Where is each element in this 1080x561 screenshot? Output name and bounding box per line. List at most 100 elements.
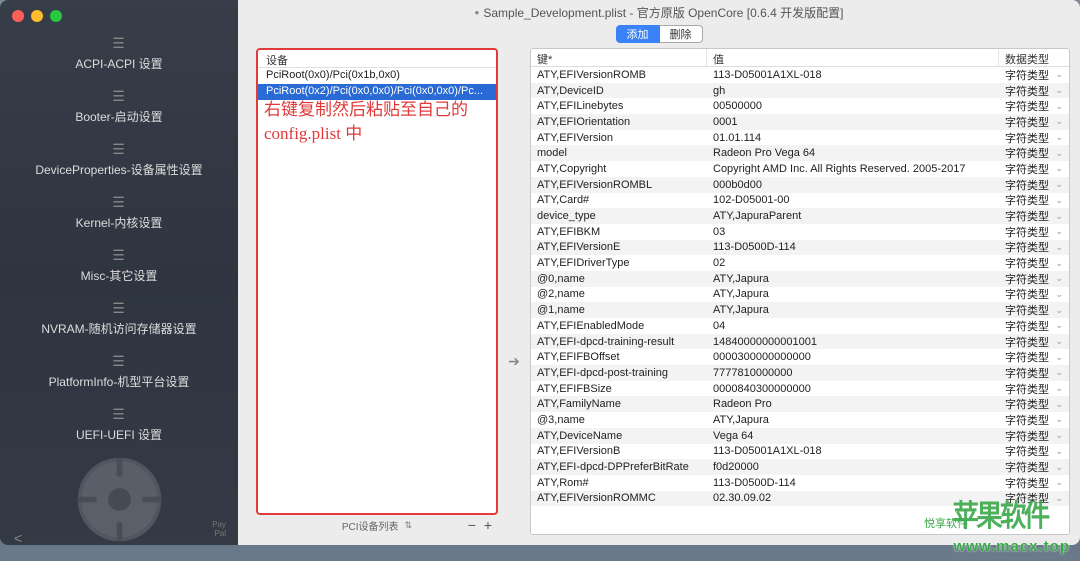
- cell-type[interactable]: 字符类型⌄: [999, 286, 1069, 302]
- cell-type[interactable]: 字符类型⌄: [999, 177, 1069, 193]
- sidebar-item-acpi[interactable]: ☰ACPI-ACPI 设置: [0, 28, 238, 81]
- cell-key[interactable]: ATY,EFIVersionROMB: [531, 69, 707, 81]
- cell-value[interactable]: 0000300000000000: [707, 351, 999, 363]
- cell-type[interactable]: 字符类型⌄: [999, 98, 1069, 114]
- cell-value[interactable]: f0d20000: [707, 461, 999, 473]
- chevron-down-icon[interactable]: ⌄: [1055, 383, 1063, 394]
- cell-key[interactable]: ATY,EFIVersionB: [531, 445, 707, 457]
- cell-type[interactable]: 字符类型⌄: [999, 428, 1069, 444]
- cell-type[interactable]: 字符类型⌄: [999, 302, 1069, 318]
- table-row[interactable]: ATY,EFIOrientation0001字符类型⌄: [531, 114, 1069, 130]
- table-row[interactable]: @3,nameATY,Japura字符类型⌄: [531, 412, 1069, 428]
- cell-key[interactable]: ATY,Card#: [531, 194, 707, 206]
- chevron-down-icon[interactable]: ⌄: [1055, 289, 1063, 300]
- table-row[interactable]: ATY,EFI-dpcd-post-training7777810000000字…: [531, 365, 1069, 381]
- transfer-arrow-icon[interactable]: ➔: [504, 48, 524, 535]
- chevron-down-icon[interactable]: ⌄: [1055, 226, 1063, 237]
- maximize-window-button[interactable]: [50, 10, 62, 22]
- cell-value[interactable]: 0001: [707, 116, 999, 128]
- cell-key[interactable]: ATY,EFIEnabledMode: [531, 320, 707, 332]
- chevron-down-icon[interactable]: ⌄: [1055, 116, 1063, 127]
- table-row[interactable]: ATY,CopyrightCopyright AMD Inc. All Righ…: [531, 161, 1069, 177]
- table-row[interactable]: ATY,Card#102-D05001-00字符类型⌄: [531, 193, 1069, 209]
- cell-key[interactable]: model: [531, 147, 707, 159]
- sidebar-item-nvram[interactable]: ☰NVRAM-随机访问存储器设置: [0, 293, 238, 346]
- cell-type[interactable]: 字符类型⌄: [999, 349, 1069, 365]
- cell-value[interactable]: 00500000: [707, 100, 999, 112]
- table-row[interactable]: ATY,FamilyNameRadeon Pro字符类型⌄: [531, 396, 1069, 412]
- table-row[interactable]: ATY,EFIVersionB113-D05001A1XL-018字符类型⌄: [531, 444, 1069, 460]
- cell-type[interactable]: 字符类型⌄: [999, 381, 1069, 397]
- cell-type[interactable]: 字符类型⌄: [999, 396, 1069, 412]
- delete-button[interactable]: 删除: [660, 25, 703, 43]
- table-row[interactable]: ATY,EFI-dpcd-DPPreferBitRatef0d20000字符类型…: [531, 459, 1069, 475]
- sidebar-item-misc[interactable]: ☰Misc-其它设置: [0, 240, 238, 293]
- cell-key[interactable]: ATY,EFIVersionE: [531, 241, 707, 253]
- cell-key[interactable]: ATY,DeviceID: [531, 85, 707, 97]
- table-row[interactable]: ATY,EFIVersionROMB113-D05001A1XL-018字符类型…: [531, 67, 1069, 83]
- cell-key[interactable]: ATY,EFI-dpcd-DPPreferBitRate: [531, 461, 707, 473]
- chevron-down-icon[interactable]: ⌄: [1055, 211, 1063, 222]
- cell-value[interactable]: ATY,JapuraParent: [707, 210, 999, 222]
- cell-type[interactable]: 字符类型⌄: [999, 443, 1069, 459]
- cell-value[interactable]: 113-D0500D-114: [707, 477, 999, 489]
- cell-value[interactable]: 01.01.114: [707, 132, 999, 144]
- chevron-down-icon[interactable]: ⌄: [1055, 132, 1063, 143]
- table-row[interactable]: ATY,EFIFBOffset0000300000000000字符类型⌄: [531, 349, 1069, 365]
- table-row[interactable]: ATY,EFIFBSize0000840300000000字符类型⌄: [531, 381, 1069, 397]
- cell-key[interactable]: ATY,FamilyName: [531, 398, 707, 410]
- cell-type[interactable]: 字符类型⌄: [999, 365, 1069, 381]
- cell-type[interactable]: 字符类型⌄: [999, 114, 1069, 130]
- sidebar-item-kernel[interactable]: ☰Kernel-内核设置: [0, 187, 238, 240]
- cell-type[interactable]: 字符类型⌄: [999, 67, 1069, 83]
- table-row[interactable]: ATY,DeviceIDgh字符类型⌄: [531, 83, 1069, 99]
- cell-value[interactable]: Radeon Pro: [707, 398, 999, 410]
- cell-type[interactable]: 字符类型⌄: [999, 412, 1069, 428]
- cell-type[interactable]: 字符类型⌄: [999, 239, 1069, 255]
- sidebar-item-booter[interactable]: ☰Booter-启动设置: [0, 81, 238, 134]
- chevron-down-icon[interactable]: ⌄: [1055, 462, 1063, 473]
- cell-key[interactable]: @3,name: [531, 414, 707, 426]
- cell-type[interactable]: 字符类型⌄: [999, 130, 1069, 146]
- chevron-down-icon[interactable]: ⌄: [1055, 179, 1063, 190]
- col-key[interactable]: 键*: [531, 49, 707, 66]
- cell-type[interactable]: 字符类型⌄: [999, 318, 1069, 334]
- cell-value[interactable]: Radeon Pro Vega 64: [707, 147, 999, 159]
- table-row[interactable]: @0,nameATY,Japura字符类型⌄: [531, 271, 1069, 287]
- cell-key[interactable]: ATY,EFIFBSize: [531, 383, 707, 395]
- cell-key[interactable]: ATY,Copyright: [531, 163, 707, 175]
- cell-key[interactable]: ATY,EFIDriverType: [531, 257, 707, 269]
- chevron-down-icon[interactable]: ⌄: [1055, 352, 1063, 363]
- cell-key[interactable]: ATY,EFI-dpcd-training-result: [531, 336, 707, 348]
- cell-type[interactable]: 字符类型⌄: [999, 475, 1069, 491]
- chevron-down-icon[interactable]: ⌄: [1055, 258, 1063, 269]
- cell-type[interactable]: 字符类型⌄: [999, 255, 1069, 271]
- cell-value[interactable]: 000b0d00: [707, 179, 999, 191]
- add-button[interactable]: 添加: [616, 25, 660, 43]
- chevron-down-icon[interactable]: ⌄: [1055, 414, 1063, 425]
- chevron-down-icon[interactable]: ⌄: [1055, 273, 1063, 284]
- cell-value[interactable]: 113-D0500D-114: [707, 241, 999, 253]
- chevron-down-icon[interactable]: ⌄: [1055, 85, 1063, 96]
- plus-minus-buttons[interactable]: − +: [468, 517, 494, 533]
- cell-key[interactable]: ATY,Rom#: [531, 477, 707, 489]
- table-row[interactable]: device_typeATY,JapuraParent字符类型⌄: [531, 208, 1069, 224]
- cell-key[interactable]: ATY,EFIVersionROMBL: [531, 179, 707, 191]
- table-row[interactable]: ATY,EFIEnabledMode04字符类型⌄: [531, 318, 1069, 334]
- cell-key[interactable]: @0,name: [531, 273, 707, 285]
- chevron-down-icon[interactable]: ⌄: [1055, 242, 1063, 253]
- cell-value[interactable]: 113-D05001A1XL-018: [707, 445, 999, 457]
- cell-value[interactable]: ATY,Japura: [707, 273, 999, 285]
- cell-key[interactable]: @1,name: [531, 304, 707, 316]
- cell-key[interactable]: ATY,EFIVersionROMMC: [531, 492, 707, 504]
- cell-type[interactable]: 字符类型⌄: [999, 83, 1069, 99]
- table-row[interactable]: ATY,EFIVersionE113-D0500D-114字符类型⌄: [531, 240, 1069, 256]
- cell-value[interactable]: Vega 64: [707, 430, 999, 442]
- chevron-down-icon[interactable]: ⌄: [1055, 336, 1063, 347]
- chevron-down-icon[interactable]: ⌄: [1055, 305, 1063, 316]
- table-row[interactable]: @1,nameATY,Japura字符类型⌄: [531, 302, 1069, 318]
- cell-type[interactable]: 字符类型⌄: [999, 208, 1069, 224]
- cell-key[interactable]: ATY,EFI-dpcd-post-training: [531, 367, 707, 379]
- cell-key[interactable]: @2,name: [531, 288, 707, 300]
- chevron-down-icon[interactable]: ⌄: [1055, 477, 1063, 488]
